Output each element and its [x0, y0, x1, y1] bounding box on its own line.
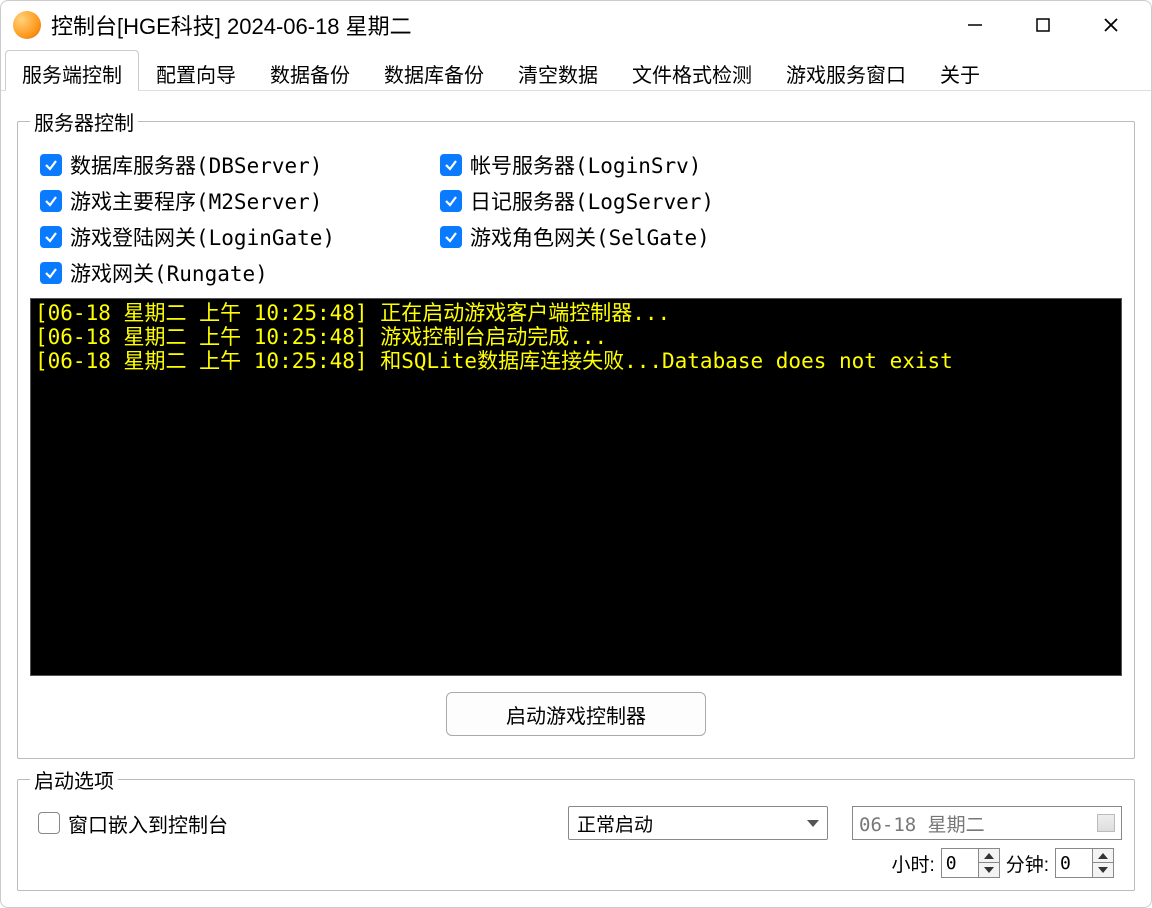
minute-input[interactable] — [1056, 853, 1092, 874]
close-button[interactable] — [1091, 5, 1131, 45]
check-selgate: 游戏角色网关(SelGate) — [440, 222, 714, 252]
checkbox-embed[interactable] — [38, 812, 60, 834]
checkbox-rungate[interactable] — [40, 262, 62, 284]
label-m2server: 游戏主要程序(M2Server) — [70, 186, 322, 216]
log-line-0: [06-18 星期二 上午 10:25:48] 正在启动游戏客户端控制器... — [35, 301, 670, 325]
app-window: 控制台[HGE科技] 2024-06-18 星期二 服务端控制 配置向导 数据备… — [0, 0, 1152, 908]
label-logingate: 游戏登陆网关(LoginGate) — [70, 222, 335, 252]
main-button-row: 启动游戏控制器 — [30, 676, 1122, 746]
check-dbserver: 数据库服务器(DBServer) — [40, 150, 440, 180]
minimize-button[interactable] — [955, 5, 995, 45]
time-row: 小时: 分钟: — [30, 840, 1122, 878]
app-icon — [13, 11, 41, 39]
triangle-up-icon — [1098, 853, 1108, 859]
check-icon — [44, 194, 58, 208]
hour-input[interactable] — [942, 853, 978, 874]
hour-spinner[interactable] — [941, 848, 1000, 878]
log-line-2: [06-18 星期二 上午 10:25:48] 和SQLite数据库连接失败..… — [35, 349, 953, 373]
maximize-button[interactable] — [1023, 5, 1063, 45]
check-icon — [44, 266, 58, 280]
window-title: 控制台[HGE科技] 2024-06-18 星期二 — [51, 9, 955, 41]
hour-spin-btns — [978, 849, 999, 877]
label-selgate: 游戏角色网关(SelGate) — [470, 222, 710, 252]
minute-spin-btns — [1092, 849, 1113, 877]
tab-bar: 服务端控制 配置向导 数据备份 数据库备份 清空数据 文件格式检测 游戏服务窗口… — [1, 49, 1151, 91]
log-line-1: [06-18 星期二 上午 10:25:48] 游戏控制台启动完成... — [35, 325, 607, 349]
tab-clear-data[interactable]: 清空数据 — [501, 50, 615, 91]
triangle-down-icon — [1098, 867, 1108, 873]
minute-label: 分钟: — [1006, 850, 1049, 877]
check-m2server: 游戏主要程序(M2Server) — [40, 186, 440, 216]
label-dbserver: 数据库服务器(DBServer) — [70, 150, 322, 180]
checkbox-selgate[interactable] — [440, 226, 462, 248]
check-rungate: 游戏网关(Rungate) — [40, 258, 440, 288]
server-control-legend: 服务器控制 — [30, 107, 138, 136]
check-icon — [444, 158, 458, 172]
checkbox-loginsrv[interactable] — [440, 154, 462, 176]
label-logserver: 日记服务器(LogServer) — [470, 186, 714, 216]
titlebar: 控制台[HGE科技] 2024-06-18 星期二 — [1, 1, 1151, 49]
startup-mode-value: 正常启动 — [577, 810, 653, 837]
date-value: 06-18 星期二 — [859, 810, 985, 837]
hour-up-button[interactable] — [979, 849, 999, 863]
tab-db-backup[interactable]: 数据库备份 — [367, 50, 501, 91]
checkbox-logserver[interactable] — [440, 190, 462, 212]
check-icon — [444, 194, 458, 208]
hour-label: 小时: — [891, 850, 934, 877]
startup-row: 窗口嵌入到控制台 正常启动 06-18 星期二 — [30, 802, 1122, 840]
content-area: 服务器控制 数据库服务器(DBServer) 游戏主要程序(M2Server) … — [1, 91, 1151, 907]
date-picker[interactable]: 06-18 星期二 — [852, 806, 1122, 840]
log-output[interactable]: [06-18 星期二 上午 10:25:48] 正在启动游戏客户端控制器... … — [30, 298, 1122, 676]
tab-game-service[interactable]: 游戏服务窗口 — [769, 50, 923, 91]
embed-option: 窗口嵌入到控制台 — [38, 809, 560, 838]
server-control-group: 服务器控制 数据库服务器(DBServer) 游戏主要程序(M2Server) … — [17, 107, 1135, 759]
triangle-up-icon — [984, 853, 994, 859]
label-embed: 窗口嵌入到控制台 — [68, 809, 228, 838]
tab-about[interactable]: 关于 — [923, 50, 997, 91]
tab-server-control[interactable]: 服务端控制 — [5, 50, 139, 91]
check-icon — [44, 230, 58, 244]
minute-up-button[interactable] — [1093, 849, 1113, 863]
check-logserver: 日记服务器(LogServer) — [440, 186, 714, 216]
hour-down-button[interactable] — [979, 863, 999, 877]
window-controls — [955, 5, 1139, 45]
startup-legend: 启动选项 — [30, 765, 118, 794]
chevron-down-icon — [807, 820, 819, 827]
close-icon — [1102, 16, 1120, 34]
checkbox-dbserver[interactable] — [40, 154, 62, 176]
minute-spinner[interactable] — [1055, 848, 1114, 878]
check-col-right: 帐号服务器(LoginSrv) 日记服务器(LogServer) 游戏角色网关(… — [440, 150, 714, 288]
check-loginsrv: 帐号服务器(LoginSrv) — [440, 150, 714, 180]
check-icon — [444, 230, 458, 244]
tab-data-backup[interactable]: 数据备份 — [253, 50, 367, 91]
check-icon — [44, 158, 58, 172]
checkbox-logingate[interactable] — [40, 226, 62, 248]
startup-options-group: 启动选项 窗口嵌入到控制台 正常启动 06-18 星期二 小时: — [17, 765, 1135, 891]
minute-down-button[interactable] — [1093, 863, 1113, 877]
check-logingate: 游戏登陆网关(LoginGate) — [40, 222, 440, 252]
check-col-left: 数据库服务器(DBServer) 游戏主要程序(M2Server) 游戏登陆网关… — [40, 150, 440, 288]
label-rungate: 游戏网关(Rungate) — [70, 258, 268, 288]
calendar-icon — [1097, 814, 1115, 832]
triangle-down-icon — [984, 867, 994, 873]
server-checkbox-grid: 数据库服务器(DBServer) 游戏主要程序(M2Server) 游戏登陆网关… — [30, 144, 1122, 294]
tab-file-format[interactable]: 文件格式检测 — [615, 50, 769, 91]
tab-config-wizard[interactable]: 配置向导 — [139, 50, 253, 91]
startup-mode-select[interactable]: 正常启动 — [568, 806, 828, 840]
maximize-icon — [1035, 17, 1051, 33]
checkbox-m2server[interactable] — [40, 190, 62, 212]
start-controller-button[interactable]: 启动游戏控制器 — [446, 692, 706, 736]
label-loginsrv: 帐号服务器(LoginSrv) — [470, 150, 701, 180]
minimize-icon — [966, 16, 984, 34]
